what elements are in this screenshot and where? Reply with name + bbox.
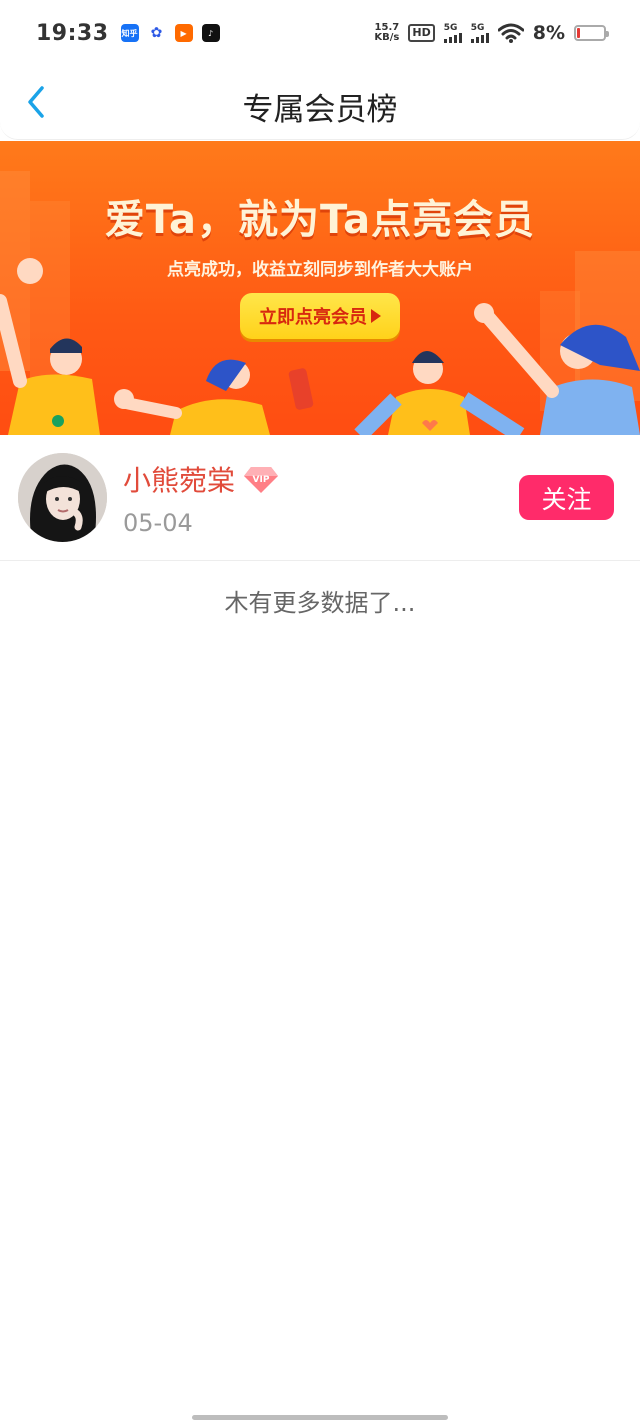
baidu-app-icon: ✿ — [147, 24, 166, 42]
wifi-icon — [497, 23, 524, 43]
notification-icons: 知乎 ✿ ▶ ♪ — [120, 24, 220, 42]
signal-5g-icon-2: 5G — [470, 22, 489, 43]
signal-2-label: 5G — [470, 22, 485, 33]
banner-subtitle: 点亮成功，收益立刻同步到作者大大账户 — [167, 260, 473, 280]
play-arrow-icon — [371, 309, 381, 323]
page-title: 专属会员榜 — [242, 92, 398, 128]
member-list-item[interactable]: 小熊菀棠 VIP 05-04 关注 — [0, 435, 640, 561]
video-app-icon: ▶ — [174, 24, 193, 42]
status-time: 19:33 — [36, 20, 109, 46]
member-date: 05-04 — [123, 509, 193, 537]
banner-illustration — [0, 171, 640, 435]
tiktok-app-icon: ♪ — [201, 24, 220, 42]
vip-badge-label: VIP — [253, 475, 270, 485]
no-more-data-text: 木有更多数据了... — [224, 589, 416, 617]
nav-bar: 专属会员榜 — [0, 66, 640, 140]
battery-icon — [574, 25, 609, 41]
activate-membership-button[interactable]: 立即点亮会员 — [240, 293, 400, 339]
signal-5g-icon-1: 5G — [443, 22, 462, 43]
status-bar: 19:33 知乎 ✿ ▶ ♪ 15.7 KB/s HD 5G 5G 8% — [0, 0, 640, 66]
system-indicators: 15.7 KB/s HD 5G 5G 8% — [374, 22, 609, 44]
banner-title: 爱Ta，就为Ta点亮会员 — [104, 197, 536, 243]
promo-banner[interactable]: 爱Ta，就为Ta点亮会员 点亮成功，收益立刻同步到作者大大账户 立即点亮会员 — [0, 141, 640, 435]
hd-voice-icon: HD — [408, 24, 435, 42]
member-name-group: 小熊菀棠 VIP — [123, 459, 279, 499]
battery-percent: 8% — [532, 22, 565, 44]
vip-diamond-icon: VIP — [244, 467, 279, 493]
network-speed-unit: KB/s — [374, 32, 400, 43]
network-speed: 15.7 KB/s — [374, 23, 399, 43]
signal-1-label: 5G — [443, 22, 458, 33]
follow-button[interactable]: 关注 — [519, 475, 614, 520]
activate-membership-label: 立即点亮会员 — [259, 307, 367, 328]
member-name[interactable]: 小熊菀棠 — [123, 459, 235, 499]
home-indicator[interactable] — [192, 1415, 448, 1420]
avatar-photo — [18, 453, 107, 542]
zhihu-app-icon: 知乎 — [120, 24, 139, 42]
avatar[interactable] — [18, 453, 107, 542]
